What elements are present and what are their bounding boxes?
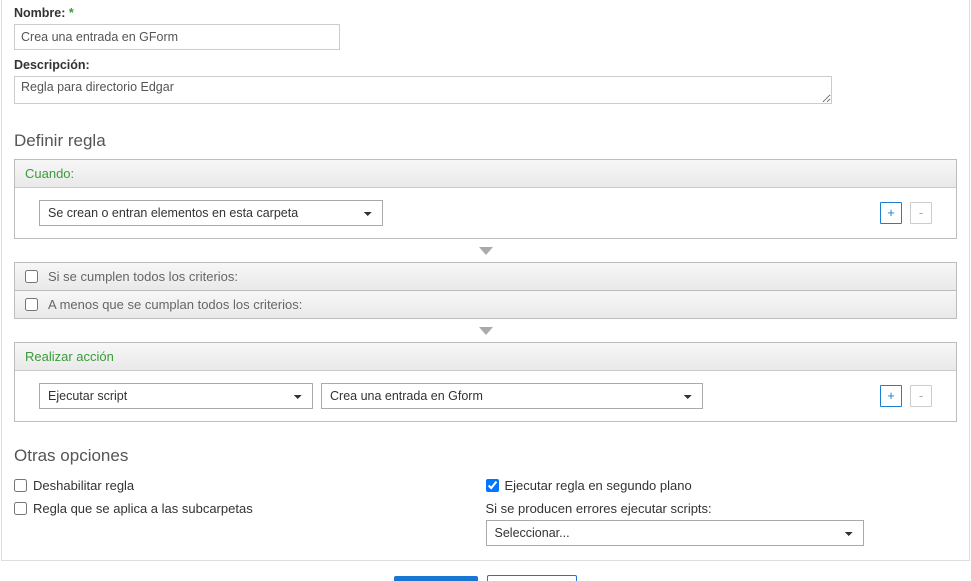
other-options-heading: Otras opciones xyxy=(14,446,957,466)
required-asterisk: * xyxy=(69,6,74,20)
on-script-error-label: Si se producen errores ejecutar scripts: xyxy=(486,497,958,520)
action-type-select[interactable]: Ejecutar script xyxy=(39,383,313,409)
action-remove-button[interactable]: - xyxy=(910,385,932,407)
options-col-left: Deshabilitar regla Regla que se aplica a… xyxy=(14,474,486,546)
disable-rule-line[interactable]: Deshabilitar regla xyxy=(14,474,486,497)
when-add-button[interactable]: + xyxy=(880,202,902,224)
criteria-all-checkbox[interactable] xyxy=(25,270,38,283)
description-label: Descripción: xyxy=(14,58,957,72)
when-remove-button[interactable]: - xyxy=(910,202,932,224)
apply-subfolders-label: Regla que se aplica a las subcarpetas xyxy=(33,501,253,516)
cancel-button[interactable]: Cancelar xyxy=(487,575,577,581)
options-row: Deshabilitar regla Regla que se aplica a… xyxy=(14,474,957,546)
description-textarea[interactable] xyxy=(14,76,832,104)
disable-rule-checkbox[interactable] xyxy=(14,479,27,492)
apply-subfolders-checkbox[interactable] xyxy=(14,502,27,515)
define-rule-heading: Definir regla xyxy=(14,131,957,151)
action-header: Realizar acción xyxy=(15,343,956,371)
criteria-all-header[interactable]: Si se cumplen todos los criterios: xyxy=(15,263,956,291)
action-script-select[interactable]: Crea una entrada en Gform xyxy=(321,383,703,409)
on-script-error-select[interactable]: Seleccionar... xyxy=(486,520,864,546)
action-group: Realizar acción Ejecutar script Crea una… xyxy=(14,342,957,422)
when-select[interactable]: Se crean o entran elementos en esta carp… xyxy=(39,200,383,226)
name-label-text: Nombre: xyxy=(14,6,65,20)
chevron-divider xyxy=(14,239,957,262)
run-background-label: Ejecutar regla en segundo plano xyxy=(505,478,692,493)
criteria-all-label: Si se cumplen todos los criterios: xyxy=(48,269,238,284)
run-background-line[interactable]: Ejecutar regla en segundo plano xyxy=(486,474,958,497)
when-header: Cuando: xyxy=(15,160,956,188)
chevron-down-icon xyxy=(479,327,493,335)
rule-config-panel: Nombre: * Descripción: Definir regla Cua… xyxy=(1,0,970,561)
options-col-right: Ejecutar regla en segundo plano Si se pr… xyxy=(486,474,958,546)
name-label: Nombre: * xyxy=(14,6,957,20)
name-input[interactable] xyxy=(14,24,340,50)
disable-rule-label: Deshabilitar regla xyxy=(33,478,134,493)
save-button[interactable]: Guardar xyxy=(394,576,478,581)
criteria-unless-header[interactable]: A menos que se cumplan todos los criteri… xyxy=(15,291,956,318)
criteria-unless-checkbox[interactable] xyxy=(25,298,38,311)
action-add-button[interactable]: + xyxy=(880,385,902,407)
criteria-unless-label: A menos que se cumplan todos los criteri… xyxy=(48,297,302,312)
chevron-divider-2 xyxy=(14,319,957,342)
criteria-group: Si se cumplen todos los criterios: A men… xyxy=(14,262,957,319)
run-background-checkbox[interactable] xyxy=(486,479,499,492)
footer-buttons: Guardar Cancelar xyxy=(0,575,971,581)
when-group: Cuando: Se crean o entran elementos en e… xyxy=(14,159,957,239)
chevron-down-icon xyxy=(479,247,493,255)
apply-subfolders-line[interactable]: Regla que se aplica a las subcarpetas xyxy=(14,497,486,520)
